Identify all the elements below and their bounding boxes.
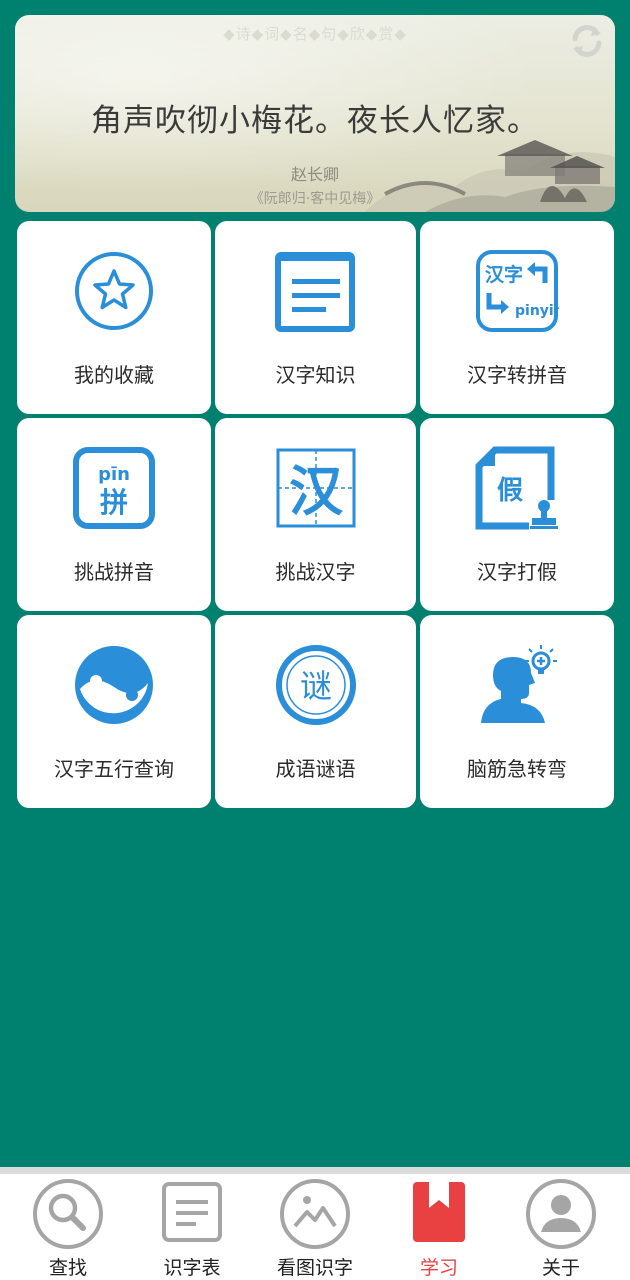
star-circle-icon [72,249,156,333]
bottom-nav: 查找 识字表 看图识字 学习 关于 [0,1167,630,1280]
svg-text:pinyin: pinyin [515,303,559,319]
nav-item-about[interactable]: 关于 [506,1178,616,1280]
hanzi-challenge-icon: 汉 [274,446,358,530]
tile-label: 汉字转拼音 [467,363,567,387]
tile-idiom-riddle[interactable]: 谜 成语谜语 [215,615,416,808]
tile-label: 汉字知识 [275,363,356,387]
tile-label: 汉字五行查询 [54,757,174,781]
fake-stamp-icon: 假 [475,446,559,530]
svg-text:汉字: 汉字 [485,263,523,286]
poem-source: 《阮郎归·客中见梅》 [249,191,381,207]
poem-line: 角声吹彻小梅花。夜长人忆家。 [91,103,539,139]
poem-banner-header: ◆诗◆词◆名◆句◆欣◆赏◆ [223,25,407,43]
nav-item-picture-learn[interactable]: 看图识字 [260,1178,370,1280]
tile-hanzi-knowledge[interactable]: 汉字知识 [215,221,416,414]
tile-label: 挑战汉字 [275,560,356,584]
user-icon [525,1178,597,1250]
nav-label: 学习 [419,1257,458,1279]
tile-label: 我的收藏 [74,363,154,387]
refresh-icon[interactable] [567,21,607,61]
nav-item-study[interactable]: 学习 [384,1178,494,1280]
tile-pinyin-challenge[interactable]: pīn 拼 挑战拼音 [17,418,211,611]
poem-banner: ◆诗◆词◆名◆句◆欣◆赏◆ 角声吹彻小梅花。夜长人忆家。 赵长卿 《阮郎归·客中… [15,15,615,212]
svg-text:汉: 汉 [289,460,344,523]
tile-hanzi-challenge[interactable]: 汉 挑战汉字 [215,418,416,611]
tile-label: 挑战拼音 [74,560,154,584]
tile-label: 成语谜语 [275,757,356,781]
nav-label: 查找 [48,1257,87,1279]
pinyin-challenge-icon: pīn 拼 [72,446,156,530]
hanzi-to-pinyin-icon: 汉字 pinyin [475,249,559,333]
svg-text:拼: 拼 [100,486,128,519]
nav-label: 识字表 [163,1257,221,1279]
poem-author: 赵长卿 [290,165,339,184]
document-lines-icon [274,249,358,333]
bookmark-book-icon [403,1178,475,1250]
svg-text:假: 假 [497,476,523,506]
list-icon [156,1178,228,1250]
tile-label: 脑筋急转弯 [467,757,567,781]
image-icon [279,1178,351,1250]
head-idea-icon [475,643,559,727]
tile-brain-teaser[interactable]: 脑筋急转弯 [420,615,614,808]
tile-hanzi-fake[interactable]: 假 汉字打假 [420,418,614,611]
tile-hanzi-to-pinyin[interactable]: 汉字 pinyin 汉字转拼音 [420,221,614,414]
svg-text:pīn: pīn [98,464,130,485]
search-icon [32,1178,104,1250]
nav-item-char-list[interactable]: 识字表 [137,1178,247,1280]
seal-riddle-icon: 谜 [274,643,358,727]
svg-text:谜: 谜 [299,667,331,705]
tile-label: 汉字打假 [477,560,557,584]
tile-wuxing-query[interactable]: 汉字五行查询 [17,615,211,808]
nav-label: 关于 [541,1257,580,1279]
tile-my-favorites[interactable]: 我的收藏 [17,221,211,414]
nav-item-search[interactable]: 查找 [13,1178,123,1280]
yin-yang-icon [72,643,156,727]
nav-label: 看图识字 [276,1257,353,1279]
